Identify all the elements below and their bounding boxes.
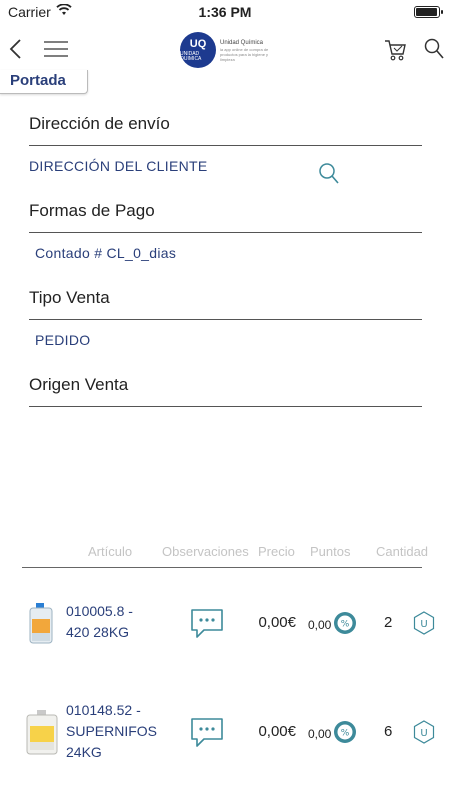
header-puntos: Puntos [310, 544, 351, 559]
shipping-address-label: Dirección de envío [29, 114, 170, 133]
clock: 1:36 PM [198, 4, 252, 20]
battery-icon [414, 6, 443, 18]
svg-text:U: U [420, 728, 427, 739]
tab-portada[interactable]: Portada [0, 70, 88, 94]
sale-origin-divider[interactable] [29, 406, 422, 407]
svg-text:%: % [341, 620, 350, 630]
payment-method-divider [29, 232, 422, 233]
product-quantity[interactable]: 6 [384, 723, 392, 740]
unit-hexagon-icon[interactable]: U [413, 720, 435, 744]
percent-badge-icon[interactable]: % [333, 720, 357, 744]
product-image [29, 603, 53, 644]
product-image [26, 710, 58, 755]
menu-icon[interactable] [44, 40, 68, 58]
search-icon[interactable] [424, 38, 444, 60]
observations-icon[interactable] [190, 608, 224, 640]
product-price: 0,00€ [258, 614, 296, 631]
company-logo: UQ UNIDAD QUIMICA Unidad Química la app … [180, 32, 276, 68]
product-name[interactable]: 010005.8 - 420 28KG [66, 601, 166, 643]
sale-type-label: Tipo Venta [29, 288, 110, 307]
header-observaciones: Observaciones [162, 544, 249, 559]
cart-icon[interactable] [384, 38, 406, 62]
header-precio: Precio [258, 544, 295, 559]
sale-type-value[interactable]: PEDIDO [35, 332, 90, 348]
table-row[interactable]: 010005.8 - 420 28KG 0,00€ 0,00 % 2 U [0, 595, 450, 675]
shipping-address-divider [29, 145, 422, 146]
product-name[interactable]: 010148.52 - SUPERNIFOS 24KG [66, 700, 166, 763]
svg-text:U: U [420, 619, 427, 630]
product-price: 0,00€ [258, 723, 296, 740]
status-bar: Carrier 1:36 PM [0, 0, 450, 24]
payment-method-label: Formas de Pago [29, 201, 155, 220]
logo-text: Unidad Química la app online de compra d… [220, 39, 269, 62]
header-cantidad: Cantidad [376, 544, 429, 559]
unit-hexagon-icon[interactable]: U [413, 611, 435, 635]
svg-text:%: % [341, 729, 350, 739]
sale-type-divider [29, 319, 422, 320]
product-points: 0,00 [308, 727, 332, 741]
nav-bar: UQ UNIDAD QUIMICA Unidad Química la app … [0, 24, 450, 74]
table-header: Artículo Observaciones Precio Puntos Can… [0, 544, 450, 560]
table-header-divider [22, 567, 422, 568]
payment-method-value[interactable]: Contado # CL_0_dias [35, 245, 176, 261]
header-articulo: Artículo [88, 544, 133, 559]
shipping-address-value[interactable]: DIRECCIÓN DEL CLIENTE [29, 158, 207, 174]
address-search-icon[interactable] [318, 162, 340, 186]
back-icon[interactable] [8, 38, 24, 60]
product-quantity[interactable]: 2 [384, 614, 392, 631]
logo-mark: UQ UNIDAD QUIMICA [180, 32, 216, 68]
sale-origin-label: Origen Venta [29, 375, 129, 394]
observations-icon[interactable] [190, 717, 224, 749]
table-row[interactable]: 010148.52 - SUPERNIFOS 24KG 0,00€ 0,00 %… [0, 700, 450, 790]
product-points: 0,00 [308, 618, 332, 632]
percent-badge-icon[interactable]: % [333, 611, 357, 635]
